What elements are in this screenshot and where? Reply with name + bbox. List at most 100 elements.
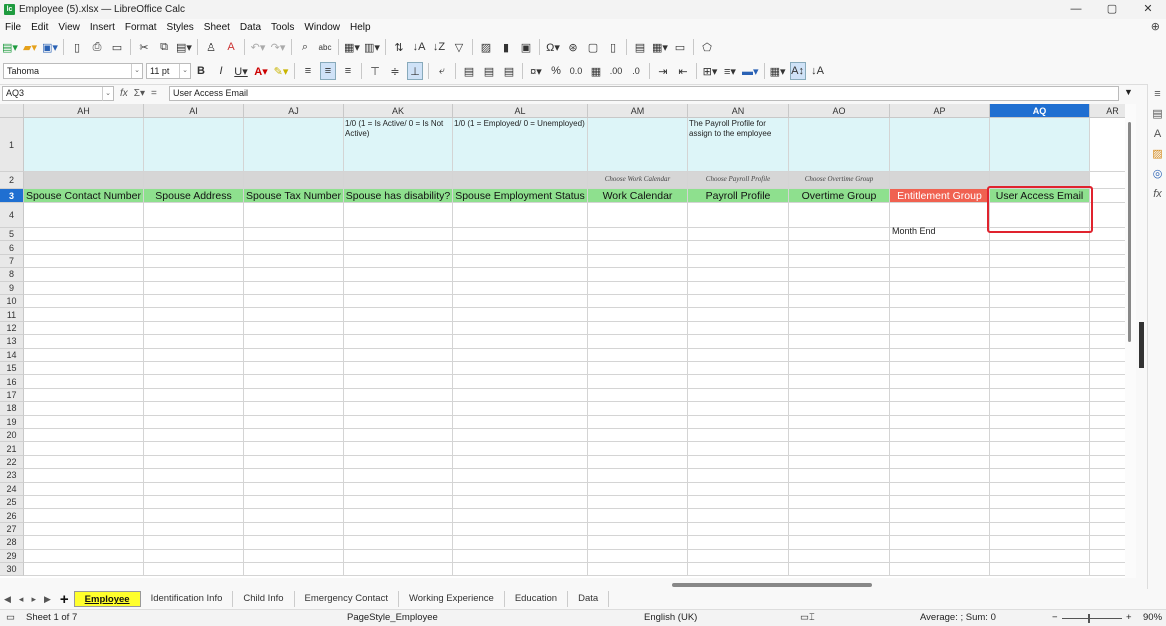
- cell-am23[interactable]: [588, 469, 688, 483]
- cell-ah17[interactable]: [24, 388, 144, 403]
- cell-ao27[interactable]: [789, 522, 890, 537]
- cell-ah4[interactable]: [24, 203, 144, 228]
- cell-am7[interactable]: [588, 254, 688, 269]
- highlight-color-icon[interactable]: ✎▾: [273, 62, 289, 80]
- cell-an18[interactable]: [688, 402, 789, 416]
- cell-aq13[interactable]: [990, 335, 1090, 349]
- cell-ai17[interactable]: [144, 388, 244, 403]
- cell-ao21[interactable]: [789, 442, 890, 456]
- cell-ap20[interactable]: [890, 429, 990, 443]
- cell-aj21[interactable]: [244, 442, 344, 456]
- cell-ap24[interactable]: [890, 482, 990, 496]
- cell-ap18[interactable]: [890, 402, 990, 416]
- decrease-indent-icon[interactable]: ⇤: [675, 62, 691, 80]
- gallery-icon[interactable]: ▨: [1148, 144, 1166, 164]
- cell-ao11[interactable]: [789, 308, 890, 322]
- spelling-icon[interactable]: abc: [317, 38, 333, 56]
- cell-ao2[interactable]: Choose Overtime Group: [789, 172, 890, 189]
- row-header-5[interactable]: 5: [0, 228, 24, 242]
- borders-icon[interactable]: ⊞▾: [702, 62, 718, 80]
- cell-an10[interactable]: [688, 295, 789, 309]
- horizontal-scroll-thumb[interactable]: [672, 583, 872, 587]
- cell-ap2[interactable]: [890, 172, 990, 189]
- cell-ao29[interactable]: [789, 549, 890, 563]
- cell-ai21[interactable]: [144, 442, 244, 456]
- row-header-10[interactable]: 10: [0, 295, 24, 309]
- page-style[interactable]: PageStyle_Employee: [347, 612, 438, 623]
- row-icon[interactable]: ▦▾: [344, 38, 360, 56]
- redo-icon[interactable]: ↷▾: [270, 38, 286, 56]
- cell-ah6[interactable]: [24, 241, 144, 255]
- cell-am9[interactable]: [588, 281, 688, 295]
- define-print-area-icon[interactable]: ▤: [632, 38, 648, 56]
- cell-al19[interactable]: [453, 415, 588, 429]
- cell-am28[interactable]: [588, 536, 688, 550]
- cell-al5[interactable]: [453, 228, 588, 242]
- cell-ai29[interactable]: [144, 549, 244, 563]
- cell-al21[interactable]: [453, 442, 588, 456]
- column-header-ap[interactable]: AP: [890, 104, 990, 118]
- cell-aj23[interactable]: [244, 469, 344, 483]
- menu-edit[interactable]: Edit: [26, 22, 53, 33]
- cell-ak6[interactable]: [344, 241, 453, 255]
- cell-al24[interactable]: [453, 482, 588, 496]
- font-color-icon[interactable]: A▾: [253, 62, 269, 80]
- row-header-22[interactable]: 22: [0, 455, 24, 470]
- cell-ai1[interactable]: [144, 118, 244, 172]
- new-document-icon[interactable]: ▤▾: [2, 38, 18, 56]
- cell-ak3[interactable]: Spouse has disability?: [344, 189, 453, 203]
- zoom-slider-knob[interactable]: [1088, 614, 1090, 623]
- cell-ao7[interactable]: [789, 254, 890, 269]
- cell-ak12[interactable]: [344, 321, 453, 336]
- number-format-icon[interactable]: 0.0: [568, 62, 584, 80]
- row-header-7[interactable]: 7: [0, 254, 24, 269]
- split-window-icon[interactable]: ▭: [672, 38, 688, 56]
- cell-ap14[interactable]: [890, 348, 990, 362]
- row-header-26[interactable]: 26: [0, 509, 24, 523]
- align-center-icon[interactable]: ≡: [320, 62, 336, 80]
- cell-aq22[interactable]: [990, 455, 1090, 470]
- cell-ap23[interactable]: [890, 469, 990, 483]
- sum-status[interactable]: Average: ; Sum: 0: [920, 612, 996, 623]
- row-header-25[interactable]: 25: [0, 496, 24, 510]
- styles-icon[interactable]: A: [1148, 124, 1166, 144]
- cell-an24[interactable]: [688, 482, 789, 496]
- cell-ah27[interactable]: [24, 522, 144, 537]
- column-header-aj[interactable]: AJ: [244, 104, 344, 118]
- cell-ah5[interactable]: [24, 228, 144, 242]
- cell-ap13[interactable]: [890, 335, 990, 349]
- cell-al28[interactable]: [453, 536, 588, 550]
- row-header-3[interactable]: 3: [0, 189, 24, 203]
- cell-am19[interactable]: [588, 415, 688, 429]
- cell-ak27[interactable]: [344, 522, 453, 537]
- cell-am13[interactable]: [588, 335, 688, 349]
- sort-ascending-icon[interactable]: ↓A: [411, 38, 427, 56]
- row-header-1[interactable]: 1: [0, 118, 24, 172]
- cell-an3[interactable]: Payroll Profile: [688, 189, 789, 203]
- row-header-4[interactable]: 4: [0, 203, 24, 228]
- cell-ah2[interactable]: [24, 172, 144, 189]
- cell-an19[interactable]: [688, 415, 789, 429]
- cell-ap12[interactable]: [890, 321, 990, 336]
- cell-ao30[interactable]: [789, 563, 890, 577]
- cell-am2[interactable]: Choose Work Calendar: [588, 172, 688, 189]
- cell-ak19[interactable]: [344, 415, 453, 429]
- cell-ak14[interactable]: [344, 348, 453, 362]
- cell-an27[interactable]: [688, 522, 789, 537]
- copy-icon[interactable]: ⧉: [156, 38, 172, 56]
- cell-am4[interactable]: [588, 203, 688, 228]
- row-header-13[interactable]: 13: [0, 335, 24, 349]
- cell-aq24[interactable]: [990, 482, 1090, 496]
- open-folder-icon[interactable]: ▰▾: [22, 38, 38, 56]
- cell-ak5[interactable]: [344, 228, 453, 242]
- cell-al30[interactable]: [453, 563, 588, 577]
- cell-ak15[interactable]: [344, 362, 453, 376]
- cell-ai22[interactable]: [144, 455, 244, 470]
- sort-descending-icon[interactable]: ↓Z: [431, 38, 447, 56]
- insert-image-icon[interactable]: ▨: [478, 38, 494, 56]
- cell-ah14[interactable]: [24, 348, 144, 362]
- cell-am14[interactable]: [588, 348, 688, 362]
- cell-ak11[interactable]: [344, 308, 453, 322]
- font-name-box[interactable]: Tahoma ⌄: [3, 63, 143, 79]
- cell-ap1[interactable]: [890, 118, 990, 172]
